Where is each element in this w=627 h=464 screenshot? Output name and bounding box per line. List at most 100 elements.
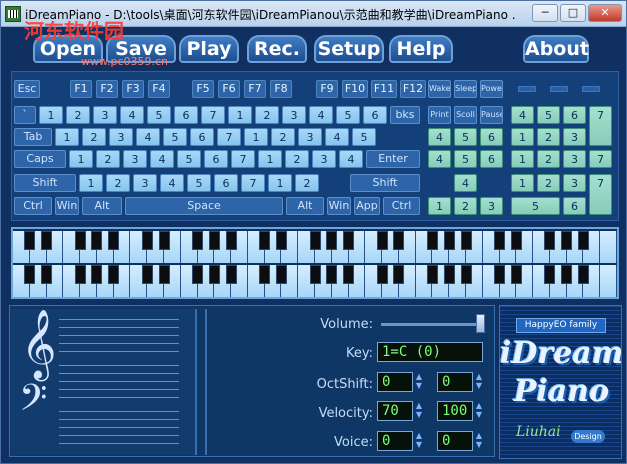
- key-a[interactable]: 1: [69, 150, 93, 168]
- key-space[interactable]: Space: [125, 197, 283, 215]
- piano-black-key[interactable]: [561, 231, 573, 250]
- key-num-divide[interactable]: 5: [537, 106, 560, 124]
- piano-black-key[interactable]: [192, 231, 204, 250]
- key-scroll[interactable]: Scoll: [454, 106, 477, 124]
- piano-black-key[interactable]: [426, 265, 438, 284]
- volume-slider-thumb[interactable]: [476, 314, 485, 333]
- key-pageup[interactable]: 6: [480, 128, 503, 146]
- key-backspace[interactable]: bks: [390, 106, 420, 124]
- octshift-right-field[interactable]: 0: [437, 372, 473, 392]
- piano-black-key[interactable]: [443, 231, 455, 250]
- volume-slider-track[interactable]: [381, 323, 485, 326]
- piano-black-key[interactable]: [443, 265, 455, 284]
- key-4[interactable]: 4: [120, 106, 144, 124]
- voice-right-stepper-icon[interactable]: ▲ ▼: [474, 431, 484, 451]
- piano-black-key[interactable]: [309, 265, 321, 284]
- piano-black-key[interactable]: [24, 231, 36, 250]
- key-1[interactable]: 1: [39, 106, 63, 124]
- key-f9[interactable]: F9: [316, 80, 338, 98]
- piano-black-key[interactable]: [74, 231, 86, 250]
- key-f6[interactable]: F6: [218, 80, 240, 98]
- key-num-9[interactable]: 3: [563, 128, 586, 146]
- key-f12[interactable]: F12: [400, 80, 426, 98]
- play-button[interactable]: Play: [179, 35, 239, 63]
- octshift-left-stepper-icon[interactable]: ▲ ▼: [414, 372, 424, 392]
- piano-black-key[interactable]: [544, 265, 556, 284]
- maximize-button[interactable]: □: [560, 4, 586, 22]
- voice-right-field[interactable]: 0: [437, 431, 473, 451]
- key-5[interactable]: 5: [147, 106, 171, 124]
- key-x[interactable]: 2: [106, 174, 130, 192]
- piano-black-key[interactable]: [91, 231, 103, 250]
- piano-black-key[interactable]: [275, 231, 287, 250]
- key-display[interactable]: 1=C (0): [377, 342, 483, 362]
- key-d[interactable]: 3: [123, 150, 147, 168]
- piano-black-key[interactable]: [74, 265, 86, 284]
- key-l[interactable]: 2: [285, 150, 309, 168]
- piano-black-key[interactable]: [460, 231, 472, 250]
- piano-black-key[interactable]: [309, 231, 321, 250]
- key-f8[interactable]: F8: [270, 80, 292, 98]
- velocity-left-stepper-icon[interactable]: ▲ ▼: [414, 401, 424, 421]
- piano-black-key[interactable]: [259, 265, 271, 284]
- piano-black-key[interactable]: [577, 265, 589, 284]
- key-arrow-down[interactable]: 2: [454, 197, 477, 215]
- key-period[interactable]: 2: [295, 174, 319, 192]
- piano-black-key[interactable]: [376, 265, 388, 284]
- close-button[interactable]: ✕: [588, 4, 622, 22]
- key-f10[interactable]: F10: [342, 80, 368, 98]
- key-arrow-right[interactable]: 3: [480, 197, 503, 215]
- velocity-right-stepper-icon[interactable]: ▲ ▼: [474, 401, 484, 421]
- key-enter[interactable]: Enter: [366, 150, 420, 168]
- piano-black-key[interactable]: [326, 231, 338, 250]
- key-end[interactable]: 5: [454, 150, 477, 168]
- key-num-7[interactable]: 1: [511, 128, 534, 146]
- key-print[interactable]: Print: [428, 106, 451, 124]
- key-g[interactable]: 5: [177, 150, 201, 168]
- piano-black-key[interactable]: [158, 265, 170, 284]
- key-shift-left[interactable]: Shift: [14, 174, 76, 192]
- key-j[interactable]: 7: [231, 150, 255, 168]
- piano-black-key[interactable]: [376, 231, 388, 250]
- key-num-4[interactable]: 1: [511, 150, 534, 168]
- key-arrow-left[interactable]: 1: [428, 197, 451, 215]
- key-quote[interactable]: 4: [339, 150, 363, 168]
- key-home[interactable]: 5: [454, 128, 477, 146]
- minimize-button[interactable]: ─: [532, 4, 558, 22]
- key-num-1[interactable]: 1: [511, 174, 534, 192]
- key-v[interactable]: 4: [160, 174, 184, 192]
- key-s[interactable]: 2: [96, 150, 120, 168]
- key-w[interactable]: 2: [82, 128, 106, 146]
- key-y[interactable]: 6: [190, 128, 214, 146]
- piano-black-key[interactable]: [544, 231, 556, 250]
- key-0[interactable]: 3: [282, 106, 306, 124]
- key-lbracket[interactable]: 4: [325, 128, 349, 146]
- octshift-right-stepper-icon[interactable]: ▲ ▼: [474, 372, 484, 392]
- key-2[interactable]: 2: [66, 106, 90, 124]
- key-wake[interactable]: Wake: [428, 80, 451, 98]
- voice-left-field[interactable]: 0: [377, 431, 413, 451]
- piano-black-key[interactable]: [275, 265, 287, 284]
- piano-black-key[interactable]: [225, 265, 237, 284]
- key-num-0[interactable]: 5: [511, 197, 560, 215]
- key-f1[interactable]: F1: [70, 80, 92, 98]
- key-num-6[interactable]: 3: [563, 150, 586, 168]
- key-q[interactable]: 1: [55, 128, 79, 146]
- piano-black-key[interactable]: [225, 231, 237, 250]
- key-i[interactable]: 1: [244, 128, 268, 146]
- key-o[interactable]: 2: [271, 128, 295, 146]
- key-f[interactable]: 4: [150, 150, 174, 168]
- piano-black-key[interactable]: [393, 231, 405, 250]
- velocity-right-field[interactable]: 100: [437, 401, 473, 421]
- key-p[interactable]: 3: [298, 128, 322, 146]
- record-button[interactable]: Rec.: [247, 35, 307, 63]
- key-backslash[interactable]: 6: [363, 106, 387, 124]
- piano-white-key[interactable]: [600, 265, 617, 297]
- key-caps[interactable]: Caps: [14, 150, 66, 168]
- key-ctrl-right[interactable]: Ctrl: [383, 197, 420, 215]
- piano-black-key[interactable]: [426, 231, 438, 250]
- key-b[interactable]: 5: [187, 174, 211, 192]
- piano-black-key[interactable]: [41, 231, 53, 250]
- octshift-left-field[interactable]: 0: [377, 372, 413, 392]
- piano-black-key[interactable]: [24, 265, 36, 284]
